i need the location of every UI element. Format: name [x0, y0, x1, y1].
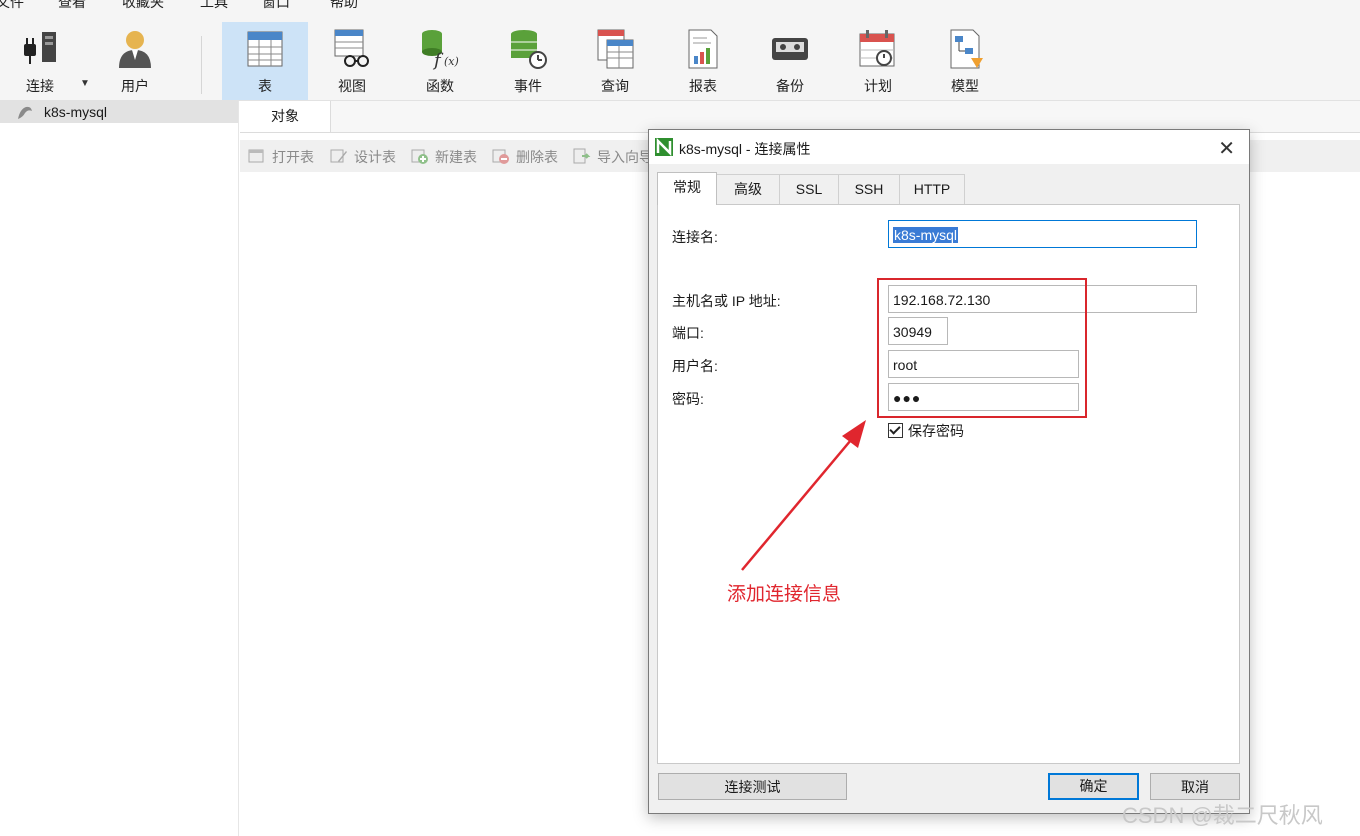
- toolbar-schedule-label: 计划: [864, 78, 892, 94]
- connection-name-value: k8s-mysql: [893, 227, 959, 243]
- report-icon: [688, 29, 718, 69]
- menu-favorites[interactable]: 收藏夹: [122, 0, 164, 12]
- plug-icon: [24, 32, 56, 64]
- main-toolbar: ▼ 连接 用户 表 视图 f (x) 函数 事件 查询 报表 备份 计划 模型: [0, 14, 1360, 101]
- mysql-connection-icon: [18, 106, 32, 119]
- connection-name-input[interactable]: k8s-mysql: [888, 220, 1197, 248]
- calendar-icon: [859, 30, 895, 67]
- toolbar-model-button[interactable]: 模型: [925, 22, 1005, 100]
- delete-table-icon: [492, 149, 509, 164]
- toolbar-table-label: 表: [258, 78, 272, 94]
- connect-button[interactable]: ▼ 连接: [0, 22, 90, 100]
- host-label: 主机名或 IP 地址:: [672, 293, 781, 309]
- toolbar-query-label: 查询: [601, 78, 629, 94]
- toolbar-table-button[interactable]: 表: [222, 22, 308, 100]
- svg-text:f: f: [432, 50, 444, 70]
- toolbar-view-label: 视图: [338, 78, 366, 94]
- toolbar-backup-label: 备份: [776, 78, 804, 94]
- toolbar-function-label: 函数: [426, 78, 454, 94]
- toolbar-event-label: 事件: [514, 78, 542, 94]
- test-connection-button[interactable]: 连接测试: [658, 773, 847, 800]
- toolbar-view-button[interactable]: 视图: [312, 22, 392, 100]
- toolbar-model-label: 模型: [951, 78, 979, 94]
- toolbar-event-button[interactable]: 事件: [488, 22, 568, 100]
- function-icon: f (x): [422, 30, 459, 70]
- toolbar-report-button[interactable]: 报表: [663, 22, 743, 100]
- backup-icon: [772, 38, 808, 60]
- username-label: 用户名:: [672, 358, 718, 374]
- close-icon[interactable]: ✕: [1218, 136, 1235, 161]
- toolbar-divider: [201, 36, 202, 94]
- design-table-icon: [330, 149, 347, 163]
- sidebar-item-label: k8s-mysql: [44, 104, 108, 120]
- toolbar-function-button[interactable]: f (x) 函数: [400, 22, 480, 100]
- annotation-highlight-box: [877, 278, 1087, 418]
- user-button[interactable]: 用户: [95, 22, 175, 100]
- menu-help[interactable]: 帮助: [330, 0, 358, 12]
- tab-general[interactable]: 常规: [657, 172, 717, 205]
- dialog-title-bar[interactable]: k8s-mysql - 连接属性 ✕: [649, 130, 1249, 164]
- new-table-icon: [411, 149, 428, 164]
- toolbar-schedule-button[interactable]: 计划: [838, 22, 918, 100]
- cancel-button[interactable]: 取消: [1150, 773, 1240, 800]
- table-icon: [247, 31, 283, 67]
- menu-file[interactable]: 文件: [0, 0, 24, 12]
- save-password-label: 保存密码: [908, 423, 964, 439]
- connect-label: 连接: [26, 78, 54, 94]
- toolbar-backup-button[interactable]: 备份: [750, 22, 830, 100]
- navicat-logo-icon: [655, 138, 673, 156]
- svg-text:(x): (x): [444, 55, 459, 68]
- user-icon: [119, 31, 151, 68]
- connection-name-label: 连接名:: [672, 229, 718, 245]
- annotation-arrow-icon: [741, 420, 866, 571]
- menu-tools[interactable]: 工具: [200, 0, 228, 12]
- watermark: CSDN @裁二尺秋风: [1122, 803, 1323, 828]
- connection-tree: k8s-mysql: [0, 101, 239, 836]
- view-icon: [334, 29, 369, 67]
- import-icon: [573, 148, 591, 164]
- toolbar-query-button[interactable]: 查询: [575, 22, 655, 100]
- ok-button[interactable]: 确定: [1048, 773, 1139, 800]
- tab-ssl[interactable]: SSL: [779, 174, 839, 204]
- tab-http[interactable]: HTTP: [899, 174, 965, 204]
- query-icon: [597, 29, 634, 69]
- port-label: 端口:: [672, 325, 704, 341]
- tab-advanced[interactable]: 高级: [716, 174, 780, 204]
- menu-view[interactable]: 查看: [58, 0, 86, 12]
- model-icon: [950, 29, 983, 69]
- menu-bar: 文件 查看 收藏夹 工具 窗口 帮助: [0, 0, 1360, 14]
- open-table-icon: [248, 149, 264, 163]
- sidebar-item-k8s-mysql[interactable]: k8s-mysql: [0, 101, 238, 123]
- annotation-text: 添加连接信息: [727, 584, 842, 605]
- chevron-down-icon[interactable]: ▼: [80, 78, 90, 89]
- event-icon: [511, 30, 547, 69]
- menu-window[interactable]: 窗口: [262, 0, 290, 12]
- toolbar-report-label: 报表: [689, 78, 717, 94]
- dialog-title: k8s-mysql - 连接属性: [679, 141, 811, 157]
- user-label: 用户: [121, 78, 149, 94]
- tab-objects[interactable]: 对象: [240, 101, 331, 132]
- tab-ssh[interactable]: SSH: [838, 174, 900, 204]
